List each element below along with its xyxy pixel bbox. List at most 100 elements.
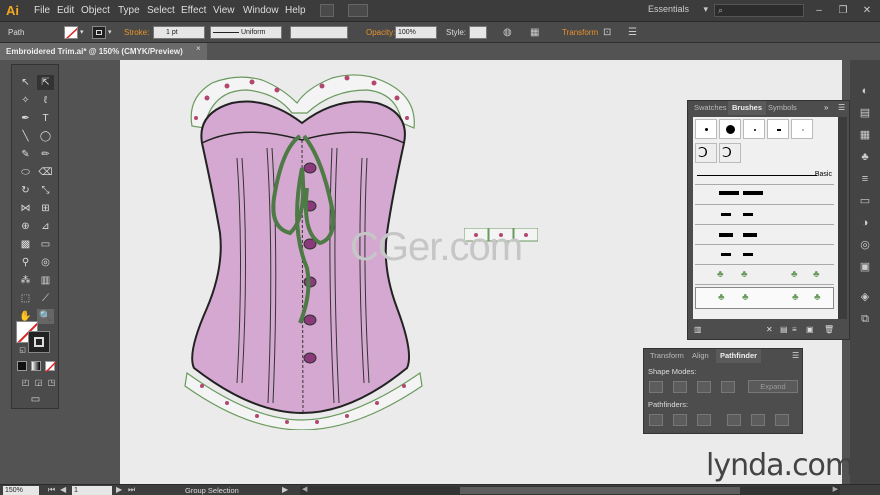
document-tab[interactable]: Embroidered Trim.ai* @ 150% (CMYK/Previe… bbox=[0, 43, 207, 60]
color-panel-icon[interactable]: ◐ bbox=[858, 84, 872, 98]
symbols-panel-icon[interactable]: ♣ bbox=[858, 150, 872, 164]
stroke-panel-icon[interactable]: ≡ bbox=[858, 172, 872, 186]
graphic-styles-icon[interactable]: ▣ bbox=[858, 260, 872, 274]
new-brush-icon[interactable]: ▣ bbox=[806, 325, 814, 334]
pen-tool-icon[interactable]: ✒ bbox=[17, 111, 34, 126]
merge-button[interactable] bbox=[697, 414, 711, 426]
blend-tool-icon[interactable]: ◎ bbox=[37, 255, 54, 270]
bridge-button[interactable] bbox=[320, 4, 334, 17]
outline-button[interactable] bbox=[751, 414, 765, 426]
mesh-tool-icon[interactable]: ▩ bbox=[17, 237, 34, 252]
brush-definition-dropdown[interactable] bbox=[290, 26, 348, 39]
artboard-tool-icon[interactable]: ⬚ bbox=[17, 291, 34, 306]
transparency-panel-icon[interactable]: ◑ bbox=[858, 216, 872, 230]
opacity-label[interactable]: Opacity: bbox=[366, 28, 395, 37]
tab-transform[interactable]: Transform bbox=[646, 349, 688, 363]
calligraphic-brush-swatch[interactable] bbox=[743, 119, 765, 139]
ellipse-tool-icon[interactable]: ◯ bbox=[37, 129, 54, 144]
recolor-artwork-icon[interactable]: ◍ bbox=[503, 27, 512, 38]
stroke-swatch[interactable] bbox=[28, 331, 50, 353]
eyedropper-tool-icon[interactable]: ⚲ bbox=[17, 255, 34, 270]
blob-brush-tool-icon[interactable]: ⬭ bbox=[17, 165, 34, 180]
next-artboard-icon[interactable]: ▶ bbox=[116, 485, 122, 494]
scatter-brush-swatch[interactable]: Ↄ bbox=[719, 143, 741, 163]
delete-brush-icon[interactable]: 🗑 bbox=[824, 325, 834, 334]
menu-view[interactable]: View bbox=[213, 5, 235, 16]
zoom-field[interactable]: 150% bbox=[3, 486, 39, 495]
symbol-sprayer-tool-icon[interactable]: ⁂ bbox=[17, 273, 34, 288]
control-panel-menu-icon[interactable]: ☰ bbox=[628, 27, 637, 38]
magic-wand-tool-icon[interactable]: ✧ bbox=[17, 93, 34, 108]
tab-brushes[interactable]: Brushes bbox=[728, 101, 767, 115]
isolate-group-icon[interactable]: ⊡ bbox=[603, 27, 611, 38]
minimize-button[interactable]: – bbox=[812, 4, 826, 17]
remove-brush-stroke-icon[interactable]: ✕ bbox=[766, 325, 773, 334]
type-tool-icon[interactable]: T bbox=[37, 111, 54, 126]
draw-inside-icon[interactable]: ◳ bbox=[43, 375, 60, 390]
paintbrush-tool-icon[interactable]: ✎ bbox=[17, 147, 34, 162]
menu-type[interactable]: Type bbox=[118, 5, 140, 16]
color-guide-icon[interactable]: ▤ bbox=[858, 106, 872, 120]
rotate-tool-icon[interactable]: ↻ bbox=[17, 183, 34, 198]
tab-swatches[interactable]: Swatches bbox=[690, 101, 731, 115]
menu-file[interactable]: File bbox=[34, 5, 50, 16]
perspective-grid-tool-icon[interactable]: ⊿ bbox=[37, 219, 54, 234]
pattern-brush-row[interactable] bbox=[695, 207, 834, 225]
menu-window[interactable]: Window bbox=[243, 5, 279, 16]
restore-button[interactable]: ❐ bbox=[836, 4, 850, 17]
stroke-label[interactable]: Stroke: bbox=[124, 28, 149, 37]
last-artboard-icon[interactable]: ⏭ bbox=[128, 485, 135, 495]
swatches-panel-icon[interactable]: ▦ bbox=[858, 128, 872, 142]
trim-pattern-brush-row[interactable]: ♣ ♣ ♣ ♣ bbox=[695, 267, 834, 285]
gradient-mode-button[interactable] bbox=[31, 361, 41, 371]
pencil-tool-icon[interactable]: ✏ bbox=[37, 147, 54, 162]
workspace-switcher[interactable]: Essentials ▾ bbox=[648, 4, 708, 17]
minus-back-button[interactable] bbox=[775, 414, 789, 426]
panel-menu-icon[interactable]: ☰ bbox=[792, 351, 799, 360]
trim-button[interactable] bbox=[673, 414, 687, 426]
default-colors-icon[interactable]: ◱ bbox=[14, 343, 31, 358]
screen-mode-icon[interactable]: ▭ bbox=[27, 392, 44, 407]
menu-effect[interactable]: Effect bbox=[181, 5, 206, 16]
close-window-button[interactable]: ✕ bbox=[860, 4, 874, 17]
zoom-tool-icon[interactable]: 🔍 bbox=[37, 309, 54, 324]
crop-button[interactable] bbox=[727, 414, 741, 426]
scatter-brush-swatch[interactable]: Ↄ bbox=[695, 143, 717, 163]
menu-help[interactable]: Help bbox=[285, 5, 306, 16]
tab-symbols[interactable]: Symbols bbox=[764, 101, 801, 115]
variable-width-profile[interactable]: Uniform bbox=[210, 26, 282, 39]
exclude-button[interactable] bbox=[721, 381, 735, 393]
brush-list[interactable]: Ↄ Ↄ Basic ♣ ♣ ♣ ♣ ♣ ♣ ♣ ♣ bbox=[693, 117, 838, 319]
arrange-documents-button[interactable] bbox=[348, 4, 368, 17]
pattern-brush-row[interactable] bbox=[695, 187, 834, 205]
graph-tool-icon[interactable]: ▥ bbox=[37, 273, 54, 288]
minus-front-button[interactable] bbox=[673, 381, 687, 393]
tab-align[interactable]: Align bbox=[688, 349, 713, 363]
menu-edit[interactable]: Edit bbox=[57, 5, 74, 16]
unite-button[interactable] bbox=[649, 381, 663, 393]
horizontal-scrollbar[interactable]: ◀ ▶ bbox=[300, 486, 840, 495]
divide-button[interactable] bbox=[649, 414, 663, 426]
menu-object[interactable]: Object bbox=[81, 5, 110, 16]
shape-builder-tool-icon[interactable]: ⊕ bbox=[17, 219, 34, 234]
panel-menu-icon[interactable]: ☰ bbox=[838, 103, 845, 112]
calligraphic-brush-swatch[interactable] bbox=[767, 119, 789, 139]
selection-tool-icon[interactable]: ↖ bbox=[17, 75, 34, 90]
brush-options-icon[interactable]: ≡ bbox=[792, 325, 797, 334]
lasso-tool-icon[interactable]: ℓ bbox=[37, 93, 54, 108]
scale-tool-icon[interactable]: ⤡ bbox=[37, 183, 54, 198]
chevron-down-icon[interactable]: ▾ bbox=[108, 28, 112, 36]
artboard-number-field[interactable]: 1 bbox=[72, 486, 112, 495]
slice-tool-icon[interactable]: ⟋ bbox=[37, 291, 54, 306]
line-tool-icon[interactable]: ╲ bbox=[17, 129, 34, 144]
search-input[interactable]: ⌕ bbox=[714, 4, 804, 17]
stroke-weight-field[interactable]: 1 pt bbox=[153, 26, 205, 39]
brush-list-scrollbar[interactable] bbox=[838, 117, 847, 319]
appearance-panel-icon[interactable]: ◎ bbox=[858, 238, 872, 252]
calligraphic-brush-swatch[interactable] bbox=[695, 119, 717, 139]
status-menu-icon[interactable]: ▶ bbox=[282, 485, 288, 494]
align-options-icon[interactable]: ▦ bbox=[530, 27, 539, 38]
brush-libraries-icon[interactable]: ▥ bbox=[694, 325, 702, 334]
calligraphic-brush-swatch[interactable] bbox=[791, 119, 813, 139]
eraser-tool-icon[interactable]: ⌫ bbox=[37, 165, 54, 180]
